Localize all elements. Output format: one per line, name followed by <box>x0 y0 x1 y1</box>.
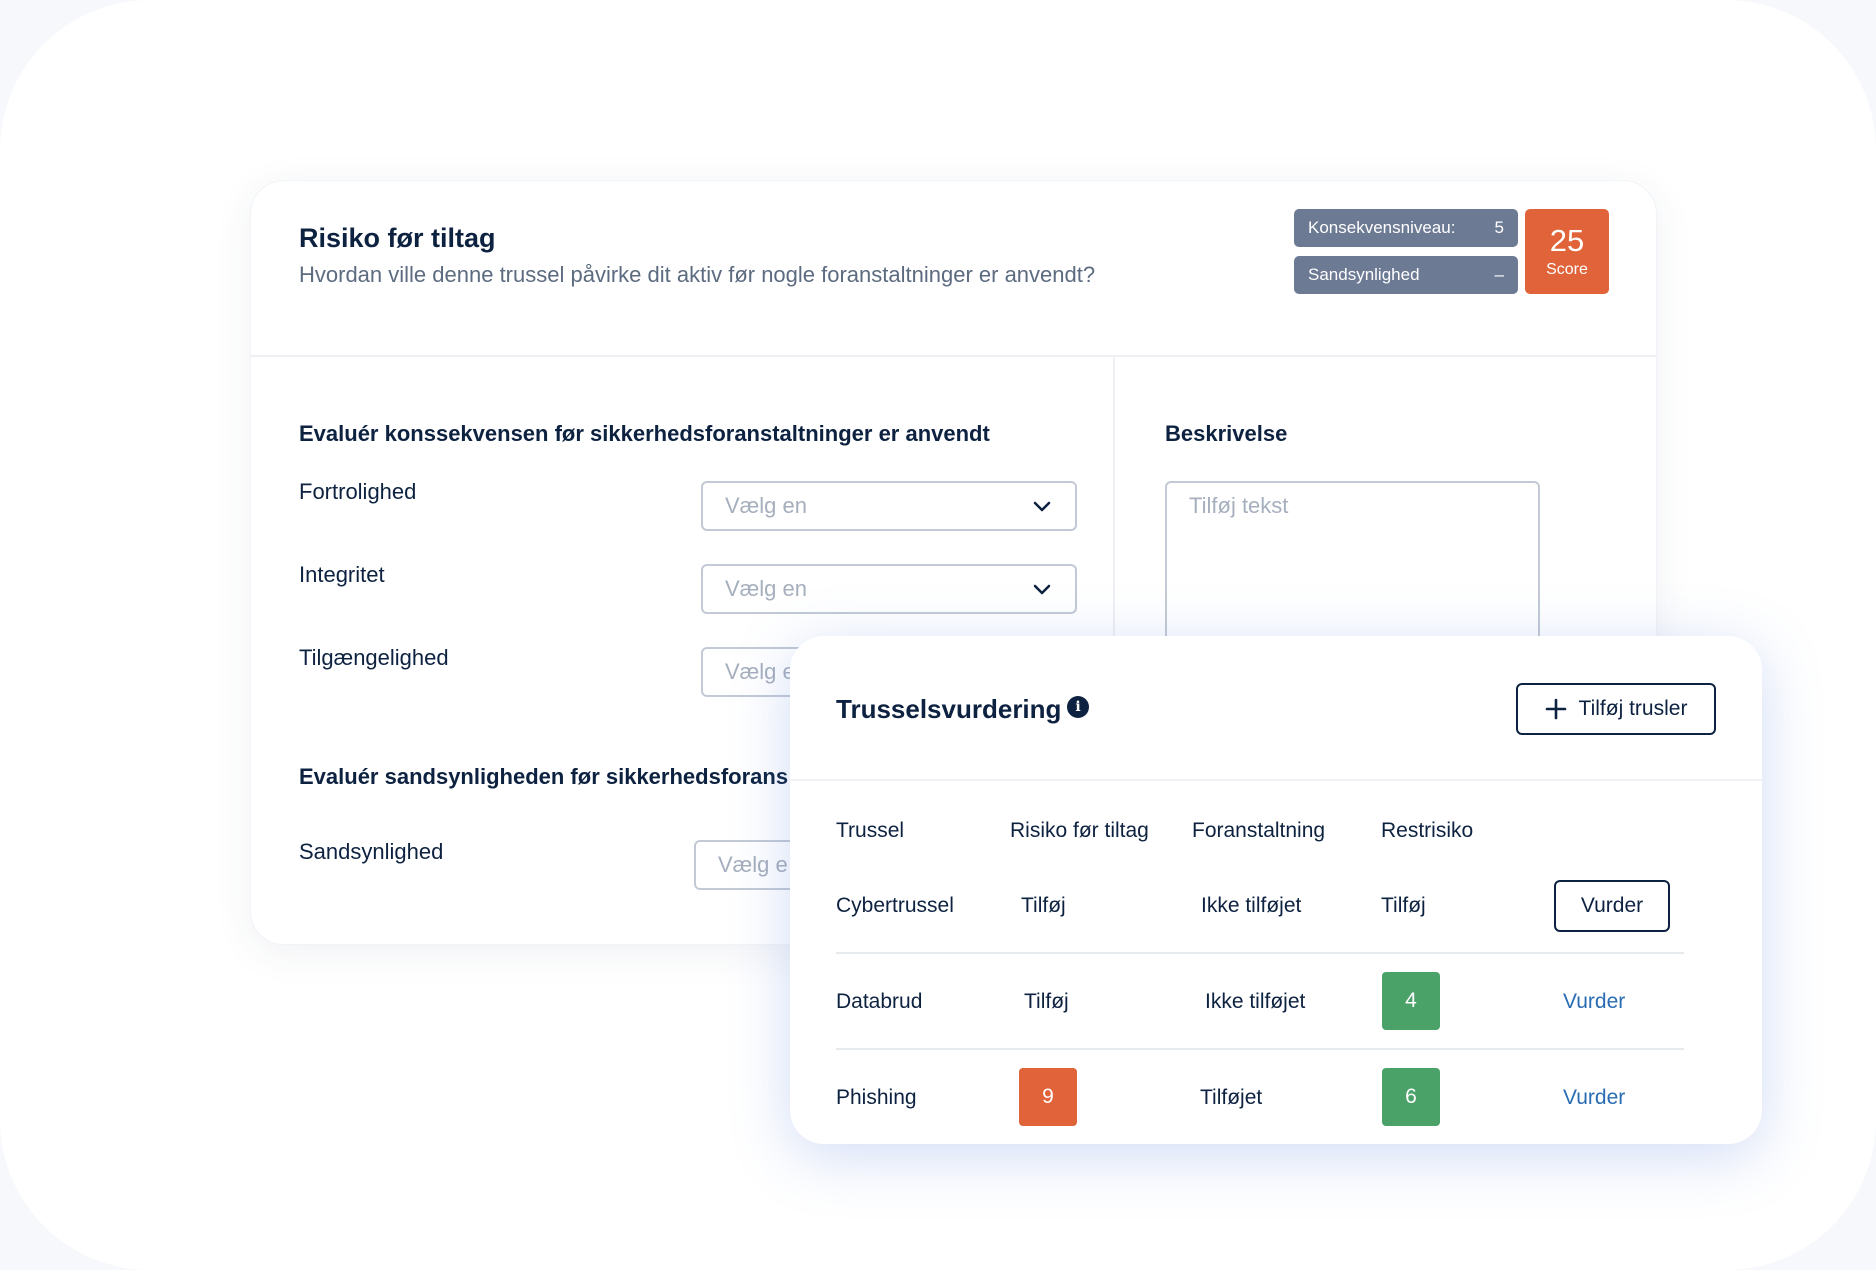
fortrolighed-select[interactable]: Vælg en <box>701 481 1077 531</box>
row-divider <box>836 1048 1684 1050</box>
vurder-link[interactable]: Vurder <box>1563 990 1625 1014</box>
tilgaengelighed-select-value: Vælg e <box>725 659 795 684</box>
row-phishing-risk-badge: 9 <box>1019 1068 1077 1126</box>
row-phishing-rest-badge: 6 <box>1382 1068 1440 1126</box>
col-header-trussel: Trussel <box>836 819 905 842</box>
chevron-down-icon <box>1033 584 1051 595</box>
fortrolighed-label: Fortrolighed <box>299 479 417 504</box>
row-phishing-name: Phishing <box>836 1086 917 1109</box>
row-phishing-measure: Tilføjet <box>1200 1086 1263 1109</box>
vurder-link[interactable]: Vurder <box>1563 1086 1625 1110</box>
row-databrud-name: Databrud <box>836 990 923 1013</box>
add-threats-label: Tilføj trusler <box>1578 697 1688 720</box>
sandsynlighed-select-value: Vælg e <box>718 852 788 877</box>
beskrivelse-heading: Beskrivelse <box>1165 421 1288 446</box>
threat-assessment-card: Trusselsvurdering i Tilføj trusler Truss… <box>790 636 1762 1144</box>
integritet-select-value: Vælg en <box>725 576 807 601</box>
risk-title: Risiko før tiltag <box>299 223 496 253</box>
row-cybertrussel-name: Cybertrussel <box>836 894 954 917</box>
col-header-risiko: Risiko før tiltag <box>1010 819 1149 842</box>
tilgaengelighed-label: Tilgængelighed <box>299 645 449 670</box>
beskrivelse-textarea[interactable]: Tilføj tekst <box>1165 481 1540 661</box>
info-icon[interactable]: i <box>1067 696 1089 718</box>
row-databrud-rest-badge: 4 <box>1382 972 1440 1030</box>
row-cybertrussel-risk[interactable]: Tilføj <box>1021 894 1066 918</box>
risk-header: Risiko før tiltag Hvordan ville denne tr… <box>251 181 1656 357</box>
row-databrud-measure: Ikke tilføjet <box>1205 990 1306 1013</box>
vurder-button[interactable]: Vurder <box>1554 880 1670 932</box>
sandsynlighed-field-label: Sandsynlighed <box>299 839 444 864</box>
konsekvensniveau-pill: Konsekvensniveau: 5 <box>1294 209 1518 247</box>
threat-header-divider <box>790 779 1762 781</box>
plus-icon <box>1545 698 1566 720</box>
risk-subtitle: Hvordan ville denne trussel påvirke dit … <box>299 262 1096 287</box>
sandsynlighed-section-heading: Evaluér sandsynligheden før sikkerhedsfo… <box>299 764 789 789</box>
integritet-label: Integritet <box>299 562 385 587</box>
row-cybertrussel-measure: Ikke tilføjet <box>1201 894 1302 917</box>
chevron-down-icon <box>1033 501 1051 512</box>
score-badge: 25 Score <box>1525 209 1609 294</box>
add-threats-button[interactable]: Tilføj trusler <box>1516 683 1716 735</box>
integritet-select[interactable]: Vælg en <box>701 564 1077 614</box>
konsekvensniveau-label: Konsekvensniveau: <box>1308 218 1456 237</box>
score-label: Score <box>1546 261 1588 278</box>
beskrivelse-placeholder: Tilføj tekst <box>1189 493 1289 518</box>
konsekvens-section-heading: Evaluér konssekvensen før sikkerhedsfora… <box>299 421 990 446</box>
sandsynlighed-label: Sandsynlighed <box>1308 265 1420 284</box>
row-divider <box>836 952 1684 954</box>
fortrolighed-select-value: Vælg en <box>725 493 807 518</box>
sandsynlighed-value: – <box>1494 265 1504 284</box>
threat-title: Trusselsvurdering <box>836 694 1062 724</box>
sandsynlighed-pill: Sandsynlighed – <box>1294 256 1518 294</box>
konsekvensniveau-value: 5 <box>1494 218 1504 237</box>
col-header-restrisiko: Restrisiko <box>1381 819 1474 842</box>
score-value: 25 <box>1549 223 1585 258</box>
row-cybertrussel-rest[interactable]: Tilføj <box>1381 894 1426 918</box>
row-databrud-risk[interactable]: Tilføj <box>1024 990 1069 1014</box>
col-header-foranstaltning: Foranstaltning <box>1192 819 1326 842</box>
